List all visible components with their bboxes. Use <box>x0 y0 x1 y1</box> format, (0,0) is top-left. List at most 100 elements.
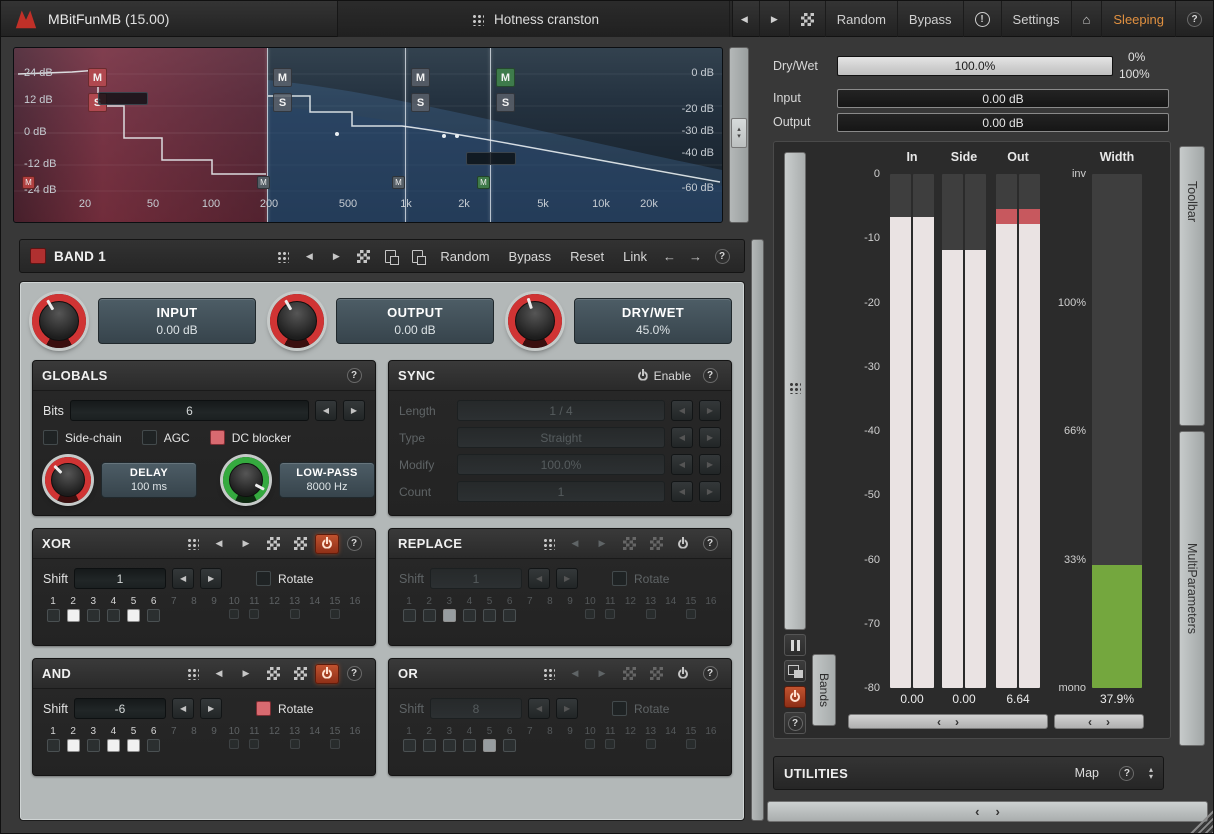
band-1-mid-marker[interactable]: M <box>88 68 107 87</box>
band-boundary-line[interactable] <box>405 48 406 222</box>
utilities-help-button[interactable]: ? <box>1115 763 1139 783</box>
or-bit-15-checkbox[interactable] <box>686 739 696 749</box>
or-bit-10-checkbox[interactable] <box>585 739 595 749</box>
replace-bit-11-checkbox[interactable] <box>605 609 615 619</box>
sync-modify-decrement-button[interactable]: ◀ <box>671 454 693 475</box>
replace-rotate-checkbox[interactable]: Rotate <box>612 571 669 586</box>
and-presets-button[interactable] <box>261 664 285 684</box>
input-knob[interactable] <box>32 294 86 348</box>
preset-browser-button[interactable] <box>789 1 825 37</box>
band-3-mid-marker[interactable]: M <box>411 68 430 87</box>
xor-shift-increment-button[interactable]: ▶ <box>200 568 222 589</box>
output-value-panel[interactable]: OUTPUT 0.00 dB <box>336 298 494 344</box>
or-bit-1-checkbox[interactable] <box>403 739 416 752</box>
next-preset-button[interactable]: ▶ <box>759 1 789 37</box>
band-random-button[interactable]: Random <box>432 249 497 264</box>
meters-power-button[interactable] <box>784 686 806 708</box>
and-shift-slider[interactable]: -6 <box>74 698 166 719</box>
replace-bit-5-checkbox[interactable] <box>483 609 496 622</box>
and-shift-decrement-button[interactable]: ◀ <box>172 698 194 719</box>
output-slider[interactable]: 0.00 dB <box>837 113 1169 132</box>
sync-type-decrement-button[interactable]: ◀ <box>671 427 693 448</box>
pause-button[interactable] <box>784 634 806 656</box>
replace-shift-slider[interactable]: 1 <box>430 568 522 589</box>
replace-bit-10-checkbox[interactable] <box>585 609 595 619</box>
and-bit-11-checkbox[interactable] <box>249 739 259 749</box>
sync-length-decrement-button[interactable]: ◀ <box>671 400 693 421</box>
or-previous-button[interactable]: ◀ <box>563 664 587 684</box>
band-mode-chip[interactable]: M <box>477 176 490 189</box>
and-bit-1-checkbox[interactable] <box>47 739 60 752</box>
xor-bit-6-checkbox[interactable] <box>147 609 160 622</box>
xor-randomize-button[interactable] <box>288 534 312 554</box>
meter-zoom-scrollbar[interactable] <box>784 152 806 630</box>
band-boundary-line[interactable] <box>490 48 491 222</box>
and-previous-button[interactable]: ◀ <box>207 664 231 684</box>
or-help-button[interactable]: ? <box>698 664 722 684</box>
band-next-button[interactable]: ▶ <box>324 246 348 266</box>
xor-shift-decrement-button[interactable]: ◀ <box>172 568 194 589</box>
toolbar-tab[interactable]: Toolbar <box>1179 146 1205 426</box>
sleeping-button[interactable]: Sleeping <box>1101 1 1175 37</box>
and-next-button[interactable]: ▶ <box>234 664 258 684</box>
meters-help-button[interactable]: ? <box>784 712 806 734</box>
or-randomize-button[interactable] <box>644 664 668 684</box>
and-power-button[interactable] <box>315 664 339 684</box>
alert-button[interactable]: ! <box>963 1 1001 37</box>
band-mode-chip[interactable]: M <box>257 176 270 189</box>
and-bit-10-checkbox[interactable] <box>229 739 239 749</box>
side-chain-checkbox[interactable]: Side-chain <box>43 430 122 445</box>
band-copy-button[interactable] <box>378 246 402 266</box>
band-2-mid-marker[interactable]: M <box>273 68 292 87</box>
settings-button[interactable]: Settings <box>1001 1 1071 37</box>
spectrum-zoom-scrollbar[interactable]: ▴▾ <box>729 47 749 223</box>
xor-bit-13-checkbox[interactable] <box>290 609 300 619</box>
random-button[interactable]: Random <box>825 1 897 37</box>
globals-help-button[interactable]: ? <box>342 366 366 386</box>
and-bit-13-checkbox[interactable] <box>290 739 300 749</box>
bits-increment-button[interactable]: ▶ <box>343 400 365 421</box>
meter-h-scrollbar[interactable]: ‹› <box>848 714 1048 729</box>
band-paste-button[interactable] <box>405 246 429 266</box>
replace-randomize-button[interactable] <box>644 534 668 554</box>
or-bit-2-checkbox[interactable] <box>423 739 436 752</box>
bands-tab[interactable]: Bands <box>812 654 836 726</box>
spectrum-zoom-handle[interactable]: ▴▾ <box>731 118 747 148</box>
drywet-knob[interactable] <box>508 294 562 348</box>
replace-previous-button[interactable]: ◀ <box>563 534 587 554</box>
width-h-scrollbar[interactable]: ‹› <box>1054 714 1144 729</box>
or-bit-4-checkbox[interactable] <box>463 739 476 752</box>
band-menu-button[interactable] <box>270 246 294 266</box>
xor-power-button[interactable] <box>315 534 339 554</box>
replace-bit-2-checkbox[interactable] <box>423 609 436 622</box>
or-menu-button[interactable] <box>536 664 560 684</box>
replace-next-button[interactable]: ▶ <box>590 534 614 554</box>
xor-bit-1-checkbox[interactable] <box>47 609 60 622</box>
band-4-mid-marker[interactable]: M <box>496 68 515 87</box>
spectrum-display[interactable]: 24 dB12 dB0 dB-12 dB-24 dB0 dB-20 dB-30 … <box>13 47 723 223</box>
replace-bit-4-checkbox[interactable] <box>463 609 476 622</box>
xor-shift-slider[interactable]: 1 <box>74 568 166 589</box>
band-presets-button[interactable] <box>351 246 375 266</box>
band-link-button[interactable]: Link <box>615 249 655 264</box>
sync-count-increment-button[interactable]: ▶ <box>699 481 721 502</box>
and-menu-button[interactable] <box>180 664 204 684</box>
compare-button[interactable] <box>784 660 806 682</box>
band-panel-scrollbar[interactable] <box>751 239 764 821</box>
bits-slider[interactable]: 6 <box>70 400 309 421</box>
sync-count-slider[interactable]: 1 <box>457 481 665 502</box>
or-presets-button[interactable] <box>617 664 641 684</box>
sync-modify-slider[interactable]: 100.0% <box>457 454 665 475</box>
utilities-collapse-button[interactable]: ▴▾ <box>1149 766 1153 780</box>
replace-shift-decrement-button[interactable]: ◀ <box>528 568 550 589</box>
or-power-button[interactable] <box>671 664 695 684</box>
and-shift-increment-button[interactable]: ▶ <box>200 698 222 719</box>
help-button[interactable]: ? <box>1175 1 1213 37</box>
and-bit-6-checkbox[interactable] <box>147 739 160 752</box>
band-color-swatch[interactable] <box>30 248 46 264</box>
replace-presets-button[interactable] <box>617 534 641 554</box>
band-3-side-marker[interactable]: S <box>411 93 430 112</box>
previous-preset-button[interactable]: ◀ <box>729 1 759 37</box>
band-boundary-line[interactable] <box>267 48 268 222</box>
or-bit-3-checkbox[interactable] <box>443 739 456 752</box>
